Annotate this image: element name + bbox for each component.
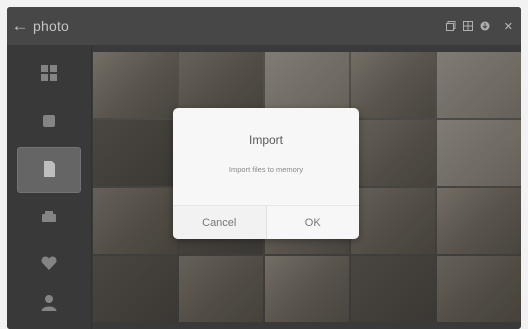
ok-button[interactable]: OK (265, 206, 359, 239)
cancel-button[interactable]: Cancel (173, 206, 266, 239)
dialog-message: Import files to memory (228, 165, 304, 174)
import-dialog: Import Import files to memory Cancel OK (173, 108, 359, 239)
dialog-title: Import (248, 133, 283, 147)
dialog-actions: Cancel OK (173, 205, 359, 239)
